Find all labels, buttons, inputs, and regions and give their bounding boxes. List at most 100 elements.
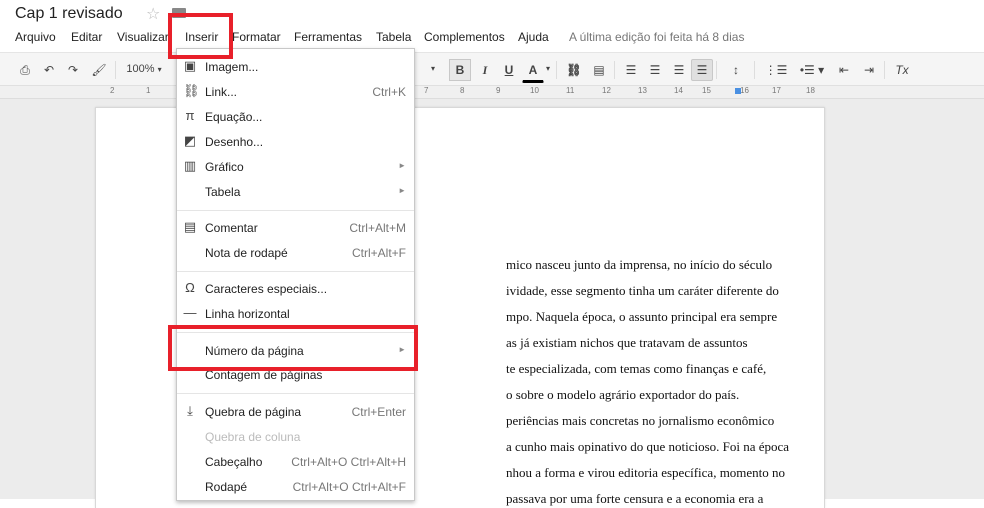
toolbar-divider	[115, 61, 116, 79]
menu-item-label: Imagem...	[205, 60, 259, 74]
menu-item-equacao[interactable]: π Equação...	[177, 105, 414, 129]
menu-item-label: Rodapé	[205, 480, 248, 494]
last-edit-status[interactable]: A última edição foi feita há 8 dias	[569, 30, 744, 44]
decrease-indent-icon[interactable]: ⇤	[833, 59, 855, 81]
text-color-chevron-icon[interactable]: ▾	[543, 59, 553, 79]
ruler-number: 17	[772, 86, 781, 95]
menu-item-comentar[interactable]: ▤ Comentar Ctrl+Alt+M	[177, 216, 414, 240]
ruler-number: 8	[460, 86, 465, 95]
toolbar: ⎙ ↶ ↷ 🖌 100% ▾ ▾ B I U A ▾ ⛓ ▤ ☰ ☰ ☰ ☰ ↕…	[0, 52, 984, 97]
increase-indent-icon[interactable]: ⇥	[858, 59, 880, 81]
menu-item-label: Comentar	[205, 221, 258, 235]
toolbar-divider	[716, 61, 717, 79]
image-icon: ▣	[183, 58, 197, 73]
pi-icon: π	[185, 108, 195, 123]
menu-item-rodape[interactable]: Rodapé Ctrl+Alt+O Ctrl+Alt+F	[177, 475, 414, 499]
menu-item-label: Link...	[205, 85, 238, 99]
menu-item-label: Desenho...	[205, 135, 264, 149]
underline-button[interactable]: U	[498, 59, 520, 81]
align-right-icon[interactable]: ☰	[668, 59, 690, 81]
menu-item-grafico[interactable]: ▥ Gráfico ►	[177, 155, 414, 179]
document-canvas: mico nasceu junto da imprensa, no início…	[0, 99, 984, 508]
star-icon[interactable]: ☆	[146, 4, 160, 24]
menu-visualizar[interactable]: Visualizar	[117, 30, 169, 44]
submenu-arrow-icon: ►	[398, 161, 406, 170]
menu-item-label: Gráfico	[205, 160, 244, 174]
font-size-chevron-icon[interactable]: ▾	[428, 59, 438, 79]
menu-divider	[177, 393, 414, 394]
line-spacing-icon[interactable]: ↕	[722, 59, 750, 81]
document-title[interactable]: Cap 1 revisado	[15, 5, 123, 23]
menu-tabela[interactable]: Tabela	[376, 30, 411, 44]
numbered-list-icon[interactable]: ⋮☰ ▾	[760, 59, 792, 97]
zoom-value: 100%	[126, 63, 155, 75]
title-bar: Cap 1 revisado ☆	[0, 0, 984, 28]
menu-item-desenho[interactable]: ◩ Desenho...	[177, 130, 414, 154]
menu-editar[interactable]: Editar	[71, 30, 102, 44]
ruler-number: 7	[424, 86, 429, 95]
toolbar-divider	[754, 61, 755, 79]
menu-formatar[interactable]: Formatar	[232, 30, 281, 44]
text-line: o sobre o modelo agrário exportador do p…	[506, 387, 740, 402]
menu-bar: Arquivo Editar Visualizar Inserir Format…	[0, 28, 984, 48]
ruler-number: 16	[740, 86, 749, 95]
ruler-number: 9	[496, 86, 501, 95]
menu-item-cabecalho[interactable]: Cabeçalho Ctrl+Alt+O Ctrl+Alt+H	[177, 450, 414, 474]
ruler-number: 14	[674, 86, 683, 95]
paint-format-icon[interactable]: 🖌	[88, 59, 110, 81]
menu-item-shortcut: Ctrl+Enter	[351, 405, 406, 419]
menu-item-linha-horizontal[interactable]: — Linha horizontal	[177, 302, 414, 326]
zoom-select[interactable]: 100% ▾	[124, 59, 164, 79]
indent-marker-icon[interactable]	[735, 88, 741, 94]
menu-item-label: Quebra de coluna	[205, 430, 301, 444]
menu-item-tabela[interactable]: Tabela ►	[177, 180, 414, 204]
menu-complementos[interactable]: Complementos	[424, 30, 505, 44]
menu-divider	[177, 210, 414, 211]
menu-item-link[interactable]: ⛓ Link... Ctrl+K	[177, 80, 414, 104]
menu-ferramentas[interactable]: Ferramentas	[294, 30, 362, 44]
menu-item-quebra-de-pagina[interactable]: ⤓ Quebra de página Ctrl+Enter	[177, 400, 414, 424]
chevron-down-icon: ▾	[157, 65, 162, 74]
undo-icon[interactable]: ↶	[38, 59, 60, 81]
menu-item-nota-de-rodape[interactable]: Nota de rodapé Ctrl+Alt+F	[177, 241, 414, 265]
menu-item-label: Quebra de página	[205, 405, 302, 419]
align-center-icon[interactable]: ☰	[644, 59, 666, 81]
link-icon[interactable]: ⛓	[562, 59, 586, 81]
text-line: as já existiam nichos que tratavam de as…	[506, 335, 748, 350]
menu-item-label: Linha horizontal	[205, 307, 290, 321]
text-line: nhou a forma e virou editoria específica…	[506, 465, 786, 480]
menu-item-shortcut: Ctrl+K	[372, 85, 406, 99]
toolbar-divider	[614, 61, 615, 79]
justify-icon[interactable]: ☰	[691, 59, 713, 81]
text-line: passava por uma forte censura e a econom…	[506, 491, 764, 506]
menu-ajuda[interactable]: Ajuda	[518, 30, 549, 44]
insert-menu-dropdown: ▣ Imagem... ⛓ Link... Ctrl+K π Equação..…	[176, 48, 415, 501]
italic-button[interactable]: I	[474, 59, 496, 81]
bulleted-list-icon[interactable]: •☰ ▾	[796, 59, 828, 81]
ruler-number: 10	[530, 86, 539, 95]
text-color-button[interactable]: A	[522, 59, 544, 83]
comment-icon[interactable]: ▤	[588, 59, 610, 81]
align-left-icon[interactable]: ☰	[620, 59, 642, 81]
redo-icon[interactable]: ↷	[62, 59, 84, 81]
bold-button[interactable]: B	[449, 59, 471, 81]
menu-item-shortcut: Ctrl+Alt+O Ctrl+Alt+F	[292, 480, 406, 494]
menu-item-shortcut: Ctrl+Alt+O Ctrl+Alt+H	[291, 455, 406, 469]
ruler-number: 13	[638, 86, 647, 95]
toolbar-divider	[556, 61, 557, 79]
menu-item-label: Equação...	[205, 110, 263, 124]
page-break-icon: ⤓	[187, 403, 193, 418]
menu-arquivo[interactable]: Arquivo	[15, 30, 56, 44]
omega-icon: Ω	[185, 280, 195, 295]
clear-format-button[interactable]: Tx	[890, 59, 914, 81]
menu-item-shortcut: Ctrl+Alt+M	[349, 221, 406, 235]
text-line: mpo. Naquela época, o assunto principal …	[506, 309, 778, 324]
menu-item-shortcut: Ctrl+Alt+F	[351, 246, 406, 260]
toolbar-divider	[884, 61, 885, 79]
print-icon[interactable]: ⎙	[14, 59, 36, 81]
menu-item-quebra-de-coluna: Quebra de coluna	[177, 425, 414, 449]
menu-item-caracteres-especiais[interactable]: Ω Caracteres especiais...	[177, 277, 414, 301]
menu-item-label: Tabela	[205, 185, 241, 199]
link-icon: ⛓	[183, 83, 200, 98]
ruler[interactable]: 2 1 7 8 9 10 11 12 13 14 15 16 17 18	[0, 86, 984, 99]
